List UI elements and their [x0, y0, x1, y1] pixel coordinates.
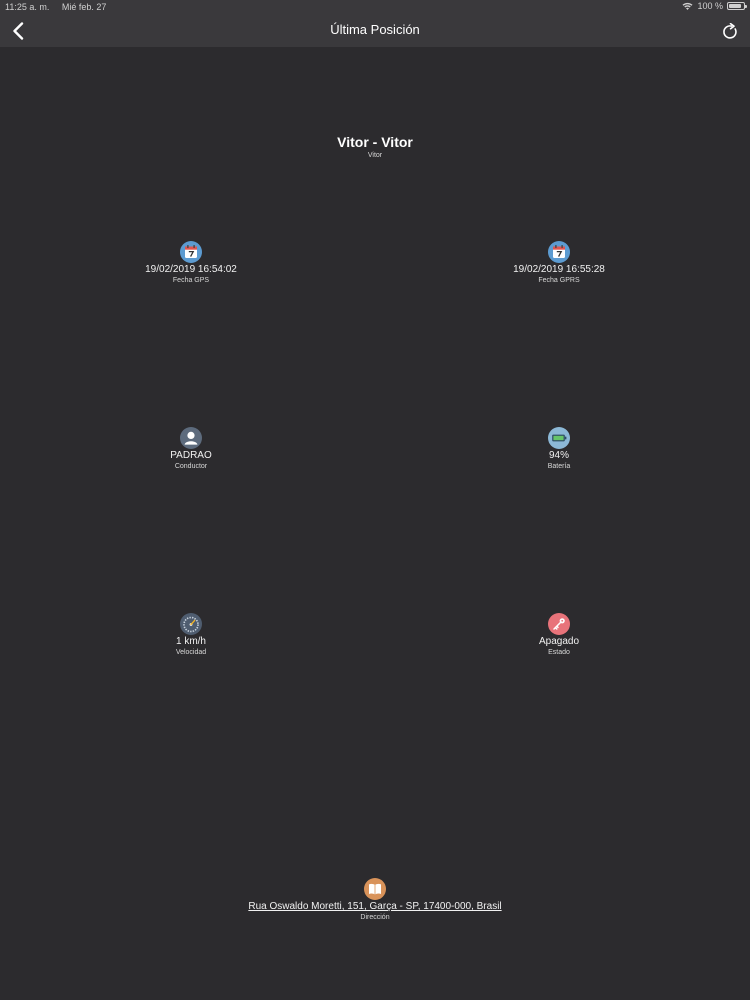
- refresh-icon: [723, 22, 737, 39]
- address-block: Rua Oswaldo Moretti, 151, Garça - SP, 17…: [175, 878, 575, 921]
- speed-value: 1 km/h: [175, 636, 206, 647]
- battery-value: 94%: [548, 450, 569, 461]
- screen: 11:25 a. m. Mié feb. 27 100 % Última Pos…: [0, 0, 750, 1000]
- driver-value: PADRAO: [170, 450, 212, 461]
- vehicle-subtitle: Vitor: [367, 152, 383, 159]
- speed-block: 1 km/h Velocidad: [81, 613, 301, 656]
- key-icon: [548, 613, 570, 635]
- user-icon: [180, 427, 202, 449]
- driver-block: PADRAO Conductor: [81, 427, 301, 470]
- nav-bar: Última Posición: [0, 14, 750, 47]
- status-date: Mié feb. 27: [61, 2, 107, 12]
- address-link[interactable]: Rua Oswaldo Moretti, 151, Garça - SP, 17…: [175, 901, 575, 912]
- calendar-icon: [180, 241, 202, 263]
- status-bar: 11:25 a. m. Mié feb. 27 100 %: [0, 0, 750, 14]
- battery-icon: [548, 427, 570, 449]
- refresh-button[interactable]: [718, 18, 742, 44]
- state-block: Apagado Estado: [449, 613, 669, 656]
- status-time: 11:25 a. m.: [5, 2, 50, 12]
- battery-status-icon: [727, 2, 747, 10]
- wifi-icon: [682, 2, 693, 10]
- gps-date-label: Fecha GPS: [172, 277, 210, 284]
- gps-date-value: 19/02/2019 16:54:02: [145, 264, 237, 275]
- vehicle-title: Vitor - Vitor: [337, 134, 413, 150]
- gprs-date-block: 19/02/2019 16:55:28 Fecha GPRS: [449, 241, 669, 284]
- battery-block: 94% Batería: [449, 427, 669, 470]
- speed-label: Velocidad: [175, 649, 207, 656]
- gprs-date-value: 19/02/2019 16:55:28: [513, 264, 605, 275]
- page-title: Última Posición: [330, 22, 420, 37]
- gprs-date-label: Fecha GPRS: [538, 277, 580, 284]
- driver-label: Conductor: [174, 463, 208, 470]
- status-left: 11:25 a. m. Mié feb. 27: [5, 2, 116, 12]
- status-battery-text: 100 %: [697, 1, 723, 11]
- state-label: Estado: [548, 649, 570, 656]
- battery-label: Batería: [547, 463, 571, 470]
- address-label: Dirección: [360, 914, 390, 921]
- calendar-icon: [548, 241, 570, 263]
- gps-date-block: 19/02/2019 16:54:02 Fecha GPS: [81, 241, 301, 284]
- status-right: 100 %: [682, 1, 747, 11]
- speedometer-icon: [180, 613, 202, 635]
- map-book-icon: [364, 878, 386, 900]
- state-value: Apagado: [538, 636, 580, 647]
- vehicle-header: Vitor - Vitor Vitor: [0, 134, 750, 159]
